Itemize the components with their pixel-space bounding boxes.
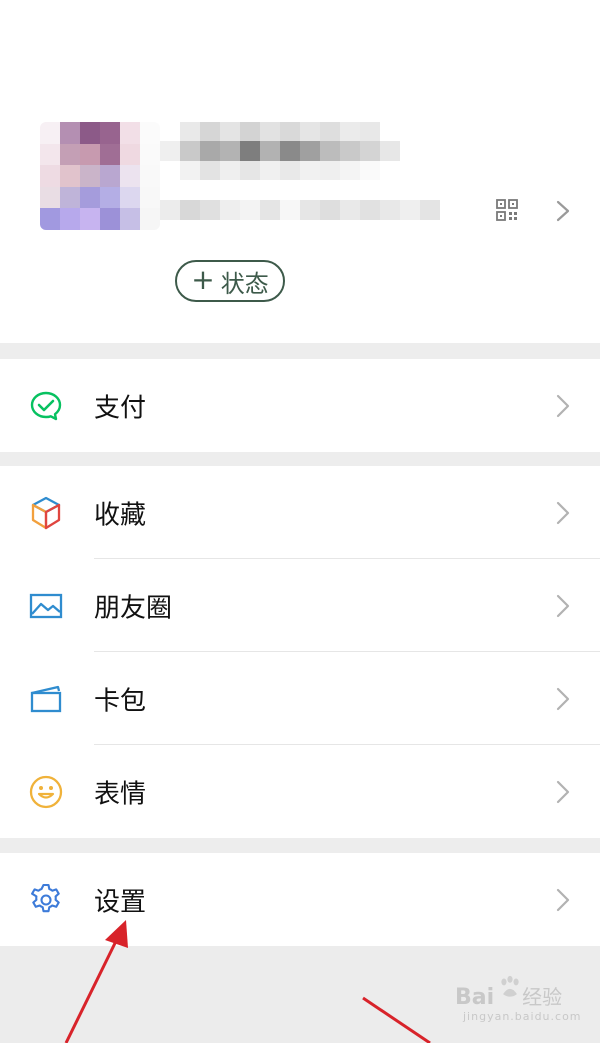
menu-item-pay[interactable]: 支付 [0, 359, 600, 452]
profile-header: + 状态 [0, 0, 600, 343]
chevron-right-icon [556, 780, 570, 803]
watermark-brand: Bai 经验 [455, 985, 563, 1010]
watermark-url: jingyan.baidu.com [463, 1010, 582, 1023]
pay-icon [30, 391, 62, 420]
baidu-jingyan-watermark: Bai 经验 jingyan.baidu.com [455, 975, 581, 1030]
sticker-smile-icon [29, 775, 63, 808]
menu-item-stickers[interactable]: 表情 [0, 745, 600, 838]
menu-item-label: 朋友圈 [94, 593, 173, 623]
nickname-mosaic [160, 122, 400, 180]
menu-item-label: 卡包 [94, 686, 147, 716]
chevron-right-icon [556, 687, 570, 710]
menu-item-moments[interactable]: 朋友圈 [0, 559, 600, 652]
menu-item-label: 收藏 [94, 500, 147, 530]
chevron-right-icon [556, 394, 570, 417]
menu-group-settings: 设置 [0, 853, 600, 946]
menu-group-main: 收藏 朋友圈 卡包 表情 [0, 466, 600, 838]
menu-item-label: 支付 [94, 393, 147, 423]
settings-gear-icon [31, 883, 60, 912]
wechat-id-mosaic [160, 200, 440, 220]
menu-item-card-wallet[interactable]: 卡包 [0, 652, 600, 745]
menu-item-label: 表情 [94, 779, 147, 809]
chevron-right-icon [556, 594, 570, 617]
menu-item-favorites[interactable]: 收藏 [0, 466, 600, 559]
status-button-label: 状态 [220, 269, 269, 298]
avatar[interactable] [40, 122, 160, 230]
favorites-cube-icon [31, 496, 61, 529]
menu-item-settings[interactable]: 设置 [0, 853, 600, 946]
menu-item-label: 设置 [94, 887, 147, 917]
chevron-right-icon[interactable] [556, 200, 570, 222]
qr-code-icon[interactable] [496, 199, 518, 221]
chevron-right-icon [556, 501, 570, 524]
menu-group-pay: 支付 [0, 359, 600, 452]
card-wallet-icon [30, 685, 62, 712]
moments-picture-icon [29, 593, 63, 618]
add-status-button[interactable]: + 状态 [175, 260, 285, 302]
chevron-right-icon [556, 888, 570, 911]
plus-icon: + [191, 262, 215, 296]
